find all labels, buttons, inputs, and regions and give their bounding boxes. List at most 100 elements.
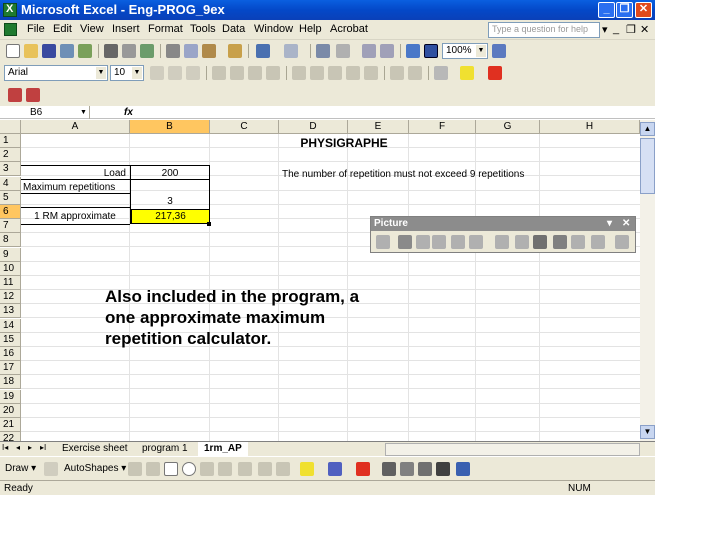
menu-window[interactable]: Window <box>254 23 293 35</box>
row-header-18[interactable]: 18 <box>0 375 21 390</box>
chevron-down-icon[interactable]: ▼ <box>96 67 106 79</box>
row-header-11[interactable]: 11 <box>0 276 21 290</box>
print-preview-icon[interactable] <box>122 44 136 58</box>
select-objects-icon[interactable] <box>44 462 58 476</box>
fill-color-icon[interactable] <box>460 66 474 80</box>
column-header-a[interactable]: A <box>21 120 130 134</box>
zoom-select[interactable]: 100% ▼ <box>442 43 488 59</box>
function-icon[interactable]: fx <box>124 106 133 119</box>
merge-center-icon[interactable] <box>266 66 280 80</box>
horizontal-scrollbar[interactable] <box>385 443 640 456</box>
line-style-icon[interactable] <box>382 462 396 476</box>
prev-sheet-icon[interactable]: ◂ <box>16 443 20 452</box>
name-box[interactable]: B6 ▼ <box>2 106 90 119</box>
rectangle-tool-icon[interactable] <box>164 462 178 476</box>
reset-picture-icon[interactable] <box>615 235 629 249</box>
chart-wizard-icon[interactable] <box>406 44 420 58</box>
spelling-icon[interactable] <box>140 44 154 58</box>
chevron-down-icon[interactable]: ▼ <box>80 106 87 119</box>
decrease-decimal-icon[interactable] <box>364 66 378 80</box>
autoshapes-menu-button[interactable]: AutoShapes ▾ <box>64 463 126 474</box>
cut-icon[interactable] <box>166 44 180 58</box>
cell-D1[interactable]: PHYSIGRAPHE <box>279 136 409 150</box>
cell-A6[interactable]: 1 RM approximate <box>22 210 128 224</box>
print-icon[interactable] <box>104 44 118 58</box>
sort-ascending-icon[interactable] <box>362 44 376 58</box>
row-header-6[interactable]: 6 <box>0 205 21 219</box>
row-header-21[interactable]: 21 <box>0 418 21 432</box>
drawing-icon[interactable] <box>424 44 438 58</box>
menu-edit[interactable]: Edit <box>53 23 72 35</box>
currency-icon[interactable] <box>292 66 306 80</box>
scroll-thumb[interactable] <box>640 138 655 194</box>
row-header-2[interactable]: 2 <box>0 148 21 163</box>
permission-icon[interactable] <box>60 44 74 58</box>
close-button[interactable]: ✕ <box>635 2 652 18</box>
row-header-15[interactable]: 15 <box>0 332 21 347</box>
redo-icon[interactable] <box>284 44 298 58</box>
row-header-14[interactable]: 14 <box>0 318 21 333</box>
sort-descending-icon[interactable] <box>380 44 394 58</box>
oval-tool-icon[interactable] <box>182 462 196 476</box>
line-tool-icon[interactable] <box>128 462 142 476</box>
chevron-down-icon[interactable]: ▼ <box>476 45 486 57</box>
excel-app-icon[interactable] <box>3 3 17 17</box>
less-brightness-icon[interactable] <box>469 235 483 249</box>
format-picture-icon[interactable] <box>571 235 585 249</box>
next-sheet-icon[interactable]: ▸ <box>28 443 32 452</box>
bold-icon[interactable] <box>150 66 164 80</box>
align-right-icon[interactable] <box>248 66 262 80</box>
crop-icon[interactable] <box>495 235 509 249</box>
paste-icon[interactable] <box>202 44 216 58</box>
align-left-icon[interactable] <box>212 66 226 80</box>
formula-input[interactable] <box>140 106 640 119</box>
doc-close-button[interactable]: ✕ <box>640 23 649 36</box>
minimize-button[interactable]: _ <box>598 2 615 18</box>
doc-minimize-button[interactable]: _ <box>613 23 619 35</box>
less-contrast-icon[interactable] <box>432 235 446 249</box>
copy-icon[interactable] <box>184 44 198 58</box>
doc-restore-button[interactable]: ❐ <box>626 23 636 36</box>
comma-style-icon[interactable] <box>328 66 342 80</box>
row-header-1[interactable]: 1 <box>0 134 21 148</box>
menu-help[interactable]: Help <box>299 23 322 35</box>
vertical-scrollbar[interactable]: ▲ ▼ <box>640 120 655 441</box>
first-sheet-icon[interactable]: I◂ <box>2 443 8 452</box>
decrease-indent-icon[interactable] <box>390 66 404 80</box>
new-icon[interactable] <box>6 44 20 58</box>
rotate-icon[interactable] <box>515 235 529 249</box>
format-painter-icon[interactable] <box>228 44 242 58</box>
wordart-icon[interactable] <box>218 462 232 476</box>
help-icon[interactable] <box>492 44 506 58</box>
autosum-icon[interactable] <box>336 44 350 58</box>
dash-style-icon[interactable] <box>400 462 414 476</box>
menu-tools[interactable]: Tools <box>190 23 216 35</box>
select-all-corner[interactable] <box>0 120 21 134</box>
set-transparent-color-icon[interactable] <box>591 235 605 249</box>
column-header-d[interactable]: D <box>279 120 348 134</box>
3d-style-icon[interactable] <box>456 462 470 476</box>
menu-acrobat[interactable]: Acrobat <box>330 23 368 35</box>
menu-view[interactable]: View <box>80 23 104 35</box>
font-name-select[interactable]: Arial ▼ <box>4 65 108 81</box>
line-color-icon[interactable] <box>328 462 342 476</box>
pdf-email-icon[interactable] <box>26 88 40 102</box>
row-header-8[interactable]: 8 <box>0 233 21 248</box>
row-header-3[interactable]: 3 <box>0 162 21 177</box>
row-header-20[interactable]: 20 <box>0 403 21 418</box>
shadow-style-icon[interactable] <box>436 462 450 476</box>
fill-handle[interactable] <box>207 222 211 226</box>
column-header-c[interactable]: C <box>210 120 279 134</box>
cell-D3[interactable]: The number of repetition must not exceed… <box>282 168 524 182</box>
tab-exercise-sheet[interactable]: Exercise sheet <box>56 442 134 456</box>
help-dropdown-icon[interactable]: ▾ <box>602 23 608 36</box>
font-color-icon[interactable] <box>488 66 502 80</box>
text-box-icon[interactable] <box>200 462 214 476</box>
column-header-h[interactable]: H <box>540 120 640 134</box>
row-header-12[interactable]: 12 <box>0 290 21 305</box>
row-header-10[interactable]: 10 <box>0 261 21 276</box>
italic-icon[interactable] <box>168 66 182 80</box>
percent-icon[interactable] <box>310 66 324 80</box>
tab-1rm-ap[interactable]: 1rm_AP <box>198 442 248 456</box>
cell-B5[interactable]: 3 <box>131 195 209 209</box>
